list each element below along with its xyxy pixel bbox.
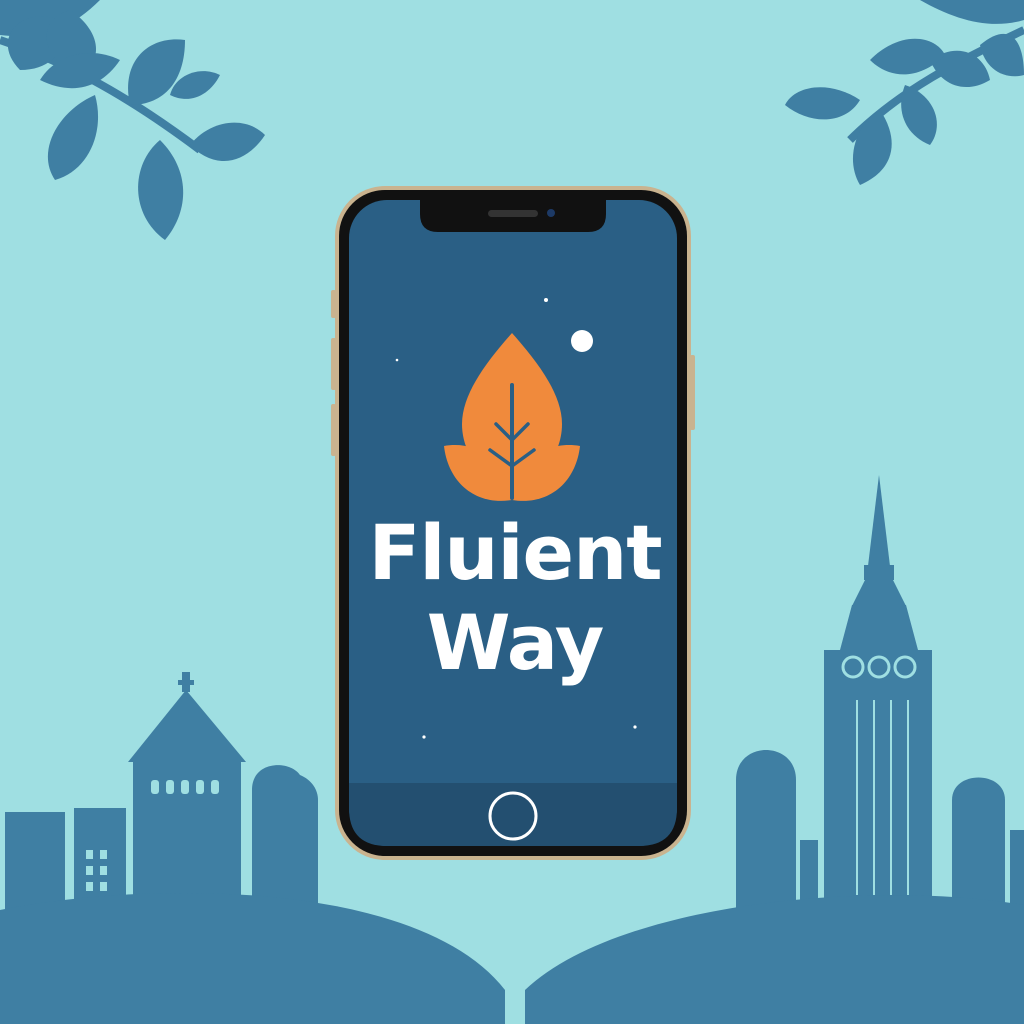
star-dot [422,735,426,739]
speaker-grille [488,210,538,217]
star-dot [395,358,399,362]
moon-dot [571,330,593,352]
star-dot [544,298,548,302]
camera-icon [547,209,555,217]
star-dot [633,725,637,729]
app-title-line-1: Fluient [368,508,662,597]
app-title-line-2: Way [426,598,605,687]
